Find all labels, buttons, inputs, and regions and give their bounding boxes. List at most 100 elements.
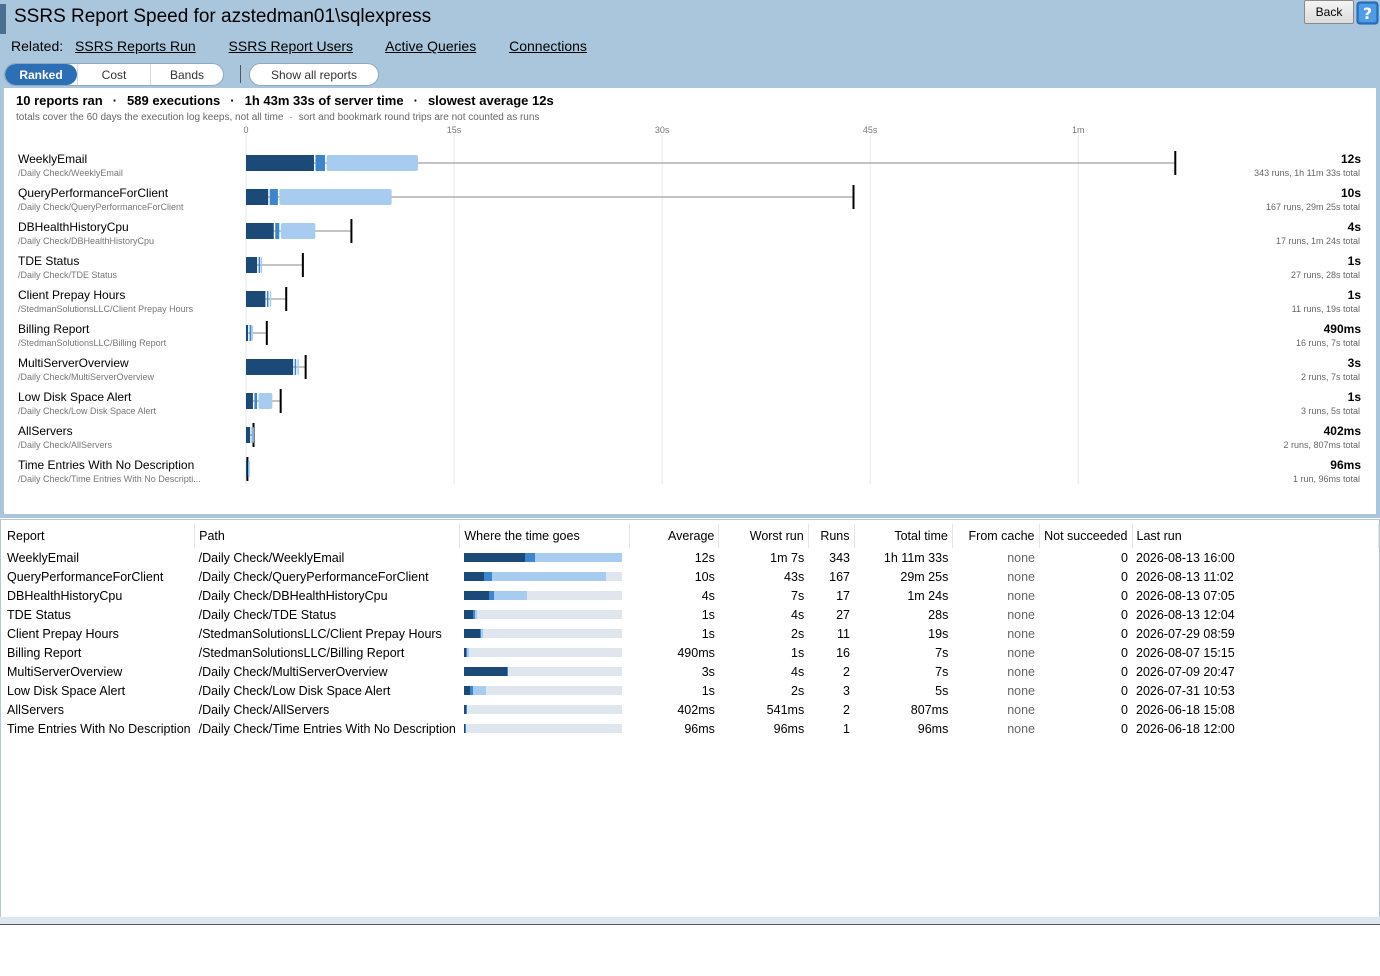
col-runs[interactable]: Runs: [808, 524, 855, 548]
cell-report-path: /Daily Check/TDE Status: [198, 607, 337, 622]
mix-rendering: [467, 648, 469, 657]
bar-data-retrieval: [246, 155, 314, 171]
cell-from-cache: none: [1007, 702, 1036, 717]
cell-report-path: /Daily Check/Time Entries With No Descri…: [198, 721, 456, 736]
toolbar-separator: [240, 65, 241, 83]
cell-total-time: 1m 24s: [907, 588, 949, 603]
row-average-value: 1s: [1348, 254, 1362, 268]
bar-rendering: [269, 291, 272, 307]
cell-report-path: /Daily Check/AllServers: [198, 702, 330, 717]
cell-total-time: 96ms: [917, 721, 949, 736]
tab-ranked[interactable]: Ranked: [5, 64, 77, 85]
row-report-path: /StedmanSolutionsLLC/Billing Report: [18, 338, 167, 348]
time-mix-bar: [463, 667, 622, 676]
cell-time-mix: [460, 548, 630, 567]
bar-rendering: [250, 325, 253, 341]
col-not-succeeded[interactable]: Not succeeded: [1039, 524, 1133, 548]
cell-report-path: /StedmanSolutionsLLC/Client Prepay Hours: [198, 626, 442, 641]
cell-time-mix: [460, 605, 630, 624]
title-accent: [0, 4, 6, 34]
cell-report-name: AllServers: [7, 702, 64, 717]
cell-runs: 2: [843, 664, 850, 679]
mix-data-retrieval: [463, 553, 526, 562]
cell-report-name: Low Disk Space Alert: [7, 683, 126, 698]
mix-rendering: [493, 591, 528, 600]
col-worst-run[interactable]: Worst run: [718, 524, 809, 548]
cell-last-run: 2026-07-29 08:59: [1136, 626, 1235, 641]
col-last-run[interactable]: Last run: [1132, 524, 1379, 548]
cell-average: 1s: [701, 607, 715, 622]
col-average[interactable]: Average: [629, 524, 720, 548]
row-report-path: /Daily Check/QueryPerformanceForClient: [18, 202, 184, 212]
row-detail-value: 3 runs, 5s total: [1301, 406, 1360, 416]
cell-average: 490ms: [677, 645, 715, 660]
col-where-time-goes[interactable]: Where the time goes: [459, 524, 631, 548]
x-tick-label: 1m: [1072, 125, 1085, 135]
chart-panel: 10 reports ran · 589 executions · 1h 43m 33s…: [4, 88, 1376, 514]
col-total-time[interactable]: Total time: [854, 524, 953, 548]
help-icon[interactable]: ?: [1355, 0, 1380, 26]
mix-data-retrieval: [463, 629, 480, 638]
cell-runs: 16: [836, 645, 850, 660]
table-row[interactable]: QueryPerformanceForClient/Daily Check/Qu…: [3, 567, 1379, 586]
table-row[interactable]: MultiServerOverview/Daily Check/MultiSer…: [3, 662, 1379, 681]
bar-processing: [294, 359, 297, 375]
bar-processing: [258, 257, 261, 273]
show-all-reports-button[interactable]: Show all reports: [249, 63, 379, 86]
cell-runs: 343: [829, 550, 850, 565]
cell-average: 10s: [694, 569, 715, 584]
bar-processing: [275, 223, 280, 239]
cell-time-mix: [460, 719, 630, 738]
col-report[interactable]: Report: [3, 524, 196, 548]
cell-not-succeeded: 0: [1121, 702, 1128, 717]
cell-total-time: 7s: [935, 645, 949, 660]
bar-rendering: [258, 393, 273, 409]
table-row[interactable]: AllServers/Daily Check/AllServers 402ms 54…: [3, 700, 1379, 719]
table-row[interactable]: Low Disk Space Alert/Daily Check/Low Dis…: [3, 681, 1379, 700]
row-report-path: /Daily Check/MultiServerOverview: [18, 372, 155, 382]
col-from-cache[interactable]: From cache: [952, 524, 1040, 548]
table-row[interactable]: DBHealthHistoryCpu/Daily Check/DBHealthH…: [3, 586, 1379, 605]
table-row[interactable]: Time Entries With No Description/Daily C…: [3, 719, 1379, 738]
link-active-queries[interactable]: Active Queries: [385, 38, 476, 54]
col-path[interactable]: Path: [194, 524, 461, 548]
bar-rendering: [280, 223, 316, 239]
time-mix-bar: [463, 648, 622, 657]
bar-processing: [266, 291, 269, 307]
mix-data-retrieval: [463, 572, 485, 581]
tab-bands[interactable]: Bands: [150, 64, 223, 85]
link-connections[interactable]: Connections: [509, 38, 587, 54]
table-row[interactable]: Billing Report/StedmanSolutionsLLC/Billi…: [3, 643, 1379, 662]
time-mix-bar: [463, 724, 622, 733]
row-average-value: 490ms: [1324, 322, 1362, 336]
row-average-value: 4s: [1348, 220, 1362, 234]
table-row[interactable]: TDE Status/Daily Check/TDE Status 1s 4s 27 2…: [3, 605, 1379, 624]
row-report-path: /Daily Check/TDE Status: [18, 270, 118, 280]
cell-last-run: 2026-07-09 20:47: [1136, 664, 1235, 679]
cell-worst-run: 43s: [784, 569, 805, 584]
tab-cost[interactable]: Cost: [77, 64, 150, 85]
cell-worst-run: 1s: [791, 645, 805, 660]
back-button[interactable]: Back: [1304, 0, 1354, 24]
cell-report-path: /StedmanSolutionsLLC/Billing Report: [198, 645, 405, 660]
cell-average: 12s: [694, 550, 715, 565]
cell-runs: 1: [843, 721, 850, 736]
cell-report-name: DBHealthHistoryCpu: [7, 588, 123, 603]
cell-report-path: /Daily Check/DBHealthHistoryCpu: [198, 588, 388, 603]
cell-report-path: /Daily Check/QueryPerformanceForClient: [198, 569, 429, 584]
row-detail-value: 2 runs, 807ms total: [1283, 440, 1360, 450]
row-detail-value: 1 run, 96ms total: [1293, 474, 1360, 484]
time-mix-bar: [463, 629, 622, 638]
row-report-path: /Daily Check/Low Disk Space Alert: [18, 406, 157, 416]
link-ssrs-report-users[interactable]: SSRS Report Users: [229, 38, 353, 54]
link-ssrs-reports-run[interactable]: SSRS Reports Run: [75, 38, 196, 54]
row-detail-value: 167 runs, 29m 25s total: [1266, 202, 1360, 212]
cell-total-time: 1h 11m 33s: [883, 550, 949, 565]
row-report-name: QueryPerformanceForClient: [18, 186, 169, 200]
table-row[interactable]: WeeklyEmail/Daily Check/WeeklyEmail 12s 1m…: [3, 548, 1379, 567]
cell-report-name: Time Entries With No Description: [7, 721, 191, 736]
mix-processing: [525, 553, 535, 562]
ssrs-report-speed-window: { "window": { "title": "SSRS Report Spee…: [0, 0, 1380, 976]
table-row[interactable]: Client Prepay Hours/StedmanSolutionsLLC/…: [3, 624, 1379, 643]
row-average-value: 402ms: [1324, 424, 1362, 438]
